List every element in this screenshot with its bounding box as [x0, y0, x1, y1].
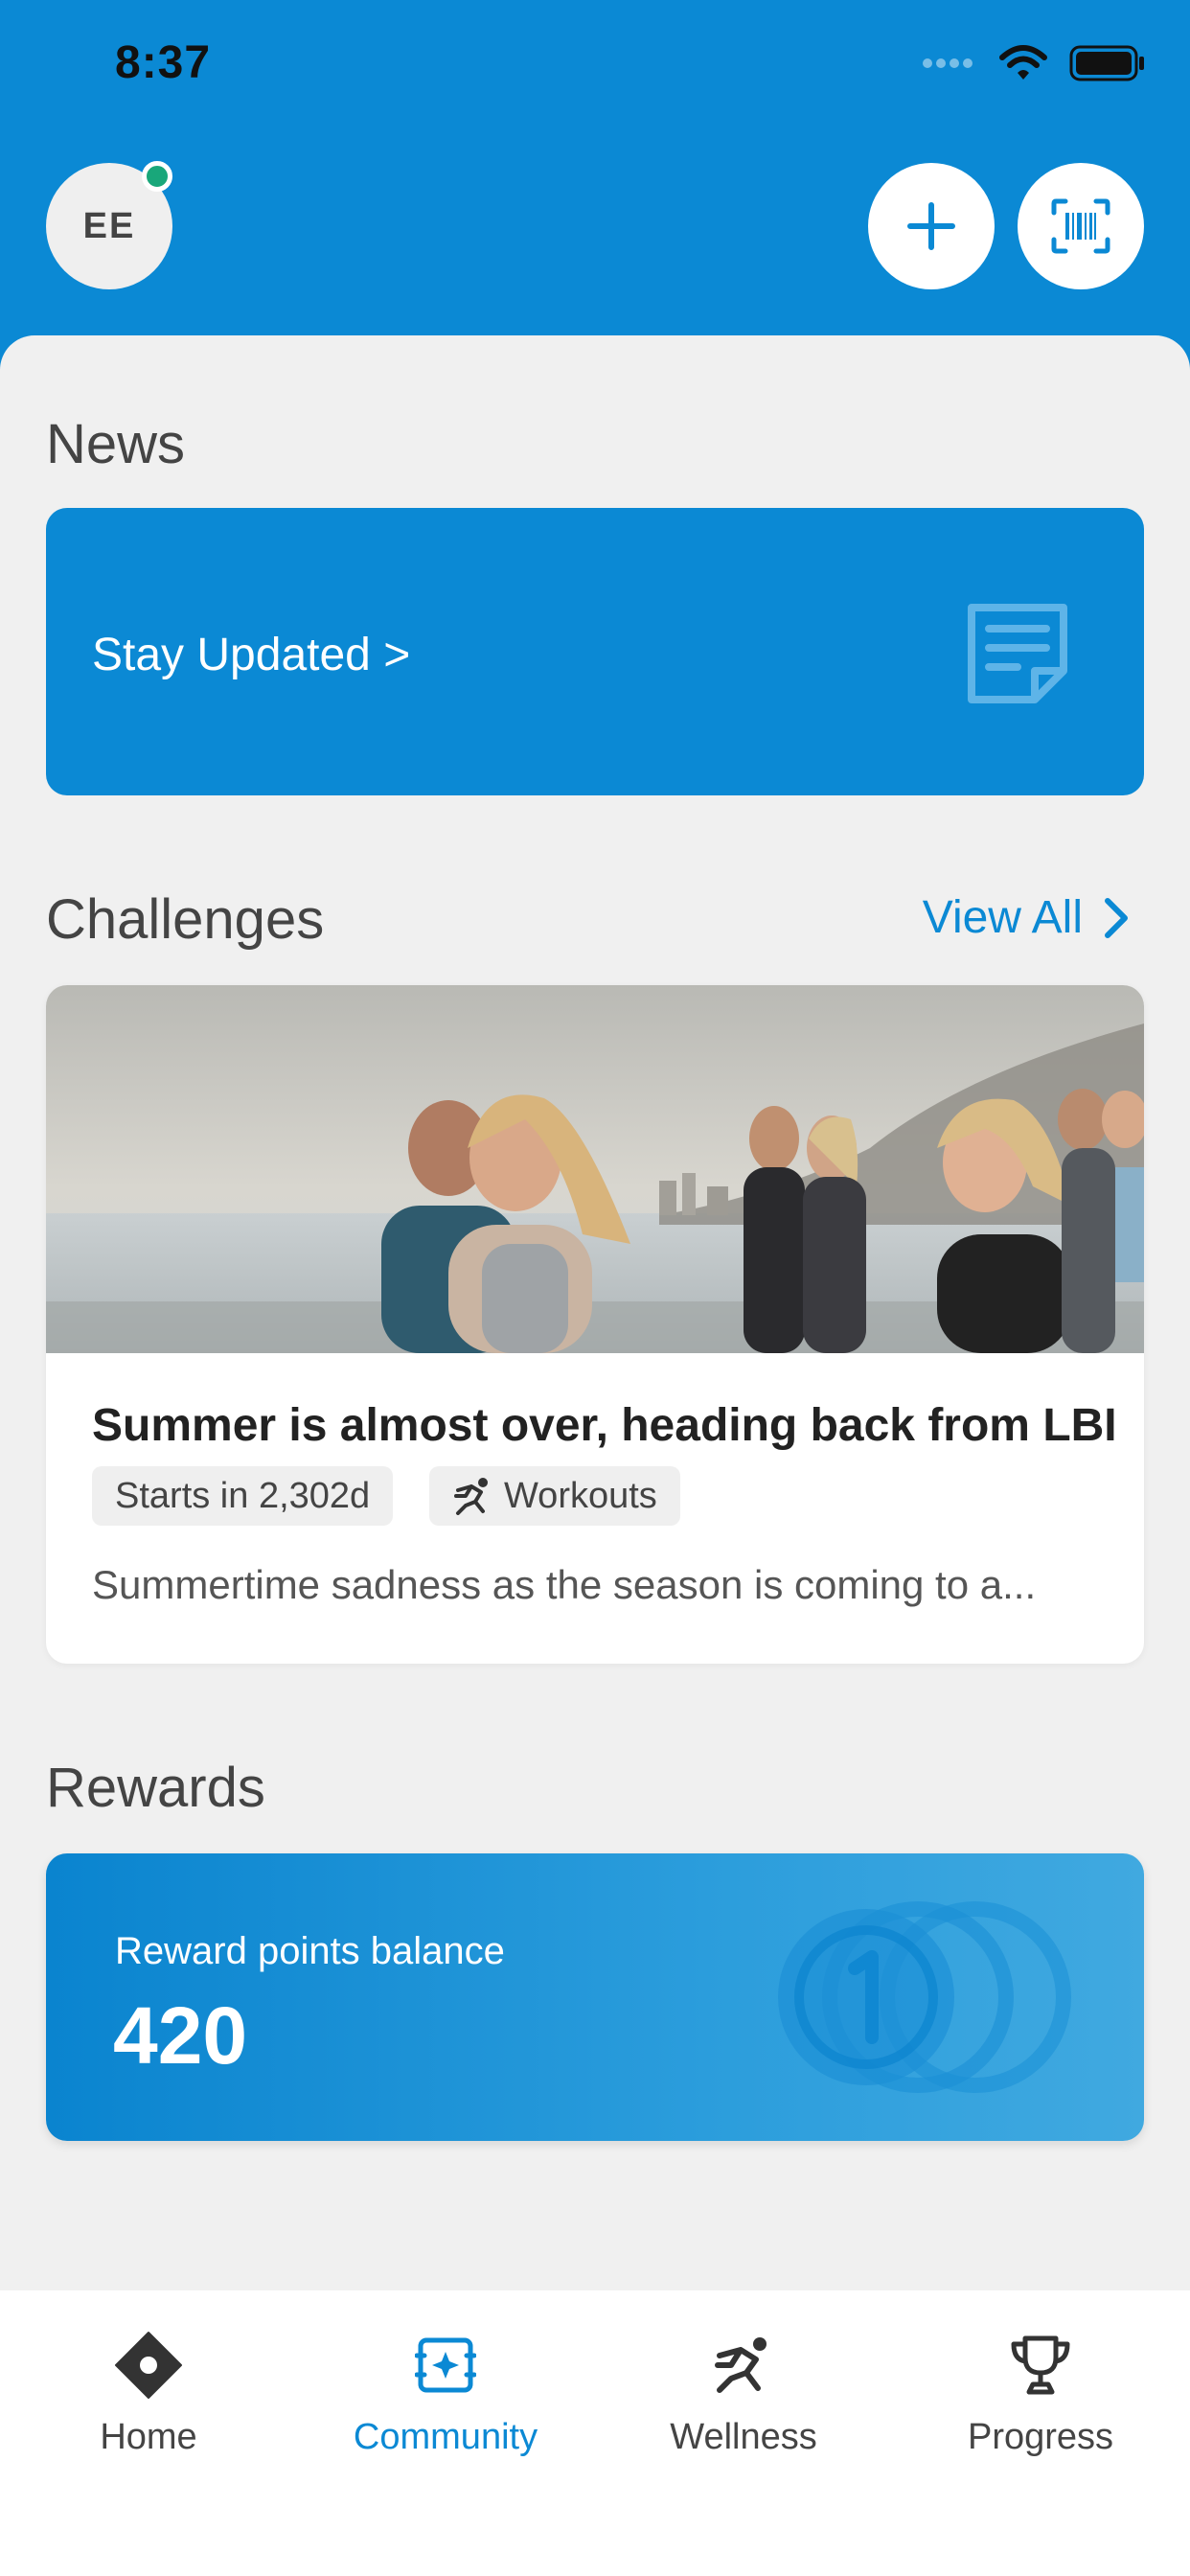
tab-progress[interactable]: Progress — [921, 2327, 1160, 2458]
add-button[interactable] — [868, 163, 995, 289]
starts-in-label: Starts in 2,302d — [115, 1475, 371, 1516]
challenge-title: Summer is almost over, heading back from… — [92, 1400, 1117, 1451]
coins-icon — [778, 1901, 1071, 2093]
view-all-label: View All — [922, 892, 1083, 943]
workouts-label: Workouts — [504, 1475, 657, 1516]
trophy-icon — [1011, 2335, 1070, 2395]
tab-wellness[interactable]: Wellness — [624, 2327, 863, 2458]
starts-in-tag: Starts in 2,302d — [92, 1466, 394, 1526]
tab-wellness-label: Wellness — [670, 2417, 817, 2457]
document-icon — [968, 604, 1067, 703]
wifi-icon — [999, 45, 1047, 80]
chevron-right-icon — [1105, 897, 1128, 938]
challenges-section-title: Challenges — [46, 888, 325, 951]
rewards-section-title: Rewards — [46, 1757, 265, 1819]
tab-home-label: Home — [100, 2417, 197, 2457]
scan-barcode-button[interactable] — [1018, 163, 1144, 289]
challenge-description: Summertime sadness as the season is comi… — [92, 1562, 1037, 1607]
battery-icon — [1069, 45, 1144, 81]
tab-home[interactable]: Home — [29, 2327, 268, 2458]
online-status-dot — [142, 161, 172, 192]
tab-community-label: Community — [353, 2417, 538, 2457]
workouts-tag: Workouts — [429, 1466, 680, 1526]
plus-icon — [907, 202, 955, 250]
news-section-title: News — [46, 413, 186, 475]
signal-icon — [923, 58, 973, 68]
status-icons — [922, 42, 1146, 84]
view-all-link[interactable]: View All — [923, 891, 1129, 944]
status-time: 8:37 — [115, 37, 212, 88]
barcode-scan-icon — [1051, 198, 1110, 254]
challenge-card[interactable]: Summer is almost over, heading back from… — [46, 985, 1144, 1664]
runner-icon — [454, 1478, 488, 1515]
news-card-label: Stay Updated > — [92, 630, 411, 680]
home-diamond-icon — [115, 2332, 182, 2399]
runner-icon — [715, 2337, 767, 2393]
reward-points-value: 420 — [113, 1990, 248, 2081]
avatar-initials: EE — [82, 205, 136, 246]
reward-points-label: Reward points balance — [115, 1930, 505, 1972]
rewards-card[interactable]: Reward points balance 420 — [46, 1853, 1144, 2141]
tab-progress-label: Progress — [967, 2417, 1114, 2457]
tab-bar: Home Community Wellness Progress — [0, 2290, 1190, 2576]
challenge-photo — [46, 985, 1144, 1353]
status-bar: 8:37 — [0, 0, 1190, 134]
community-icon — [415, 2337, 476, 2393]
tab-community[interactable]: Community — [326, 2327, 565, 2458]
